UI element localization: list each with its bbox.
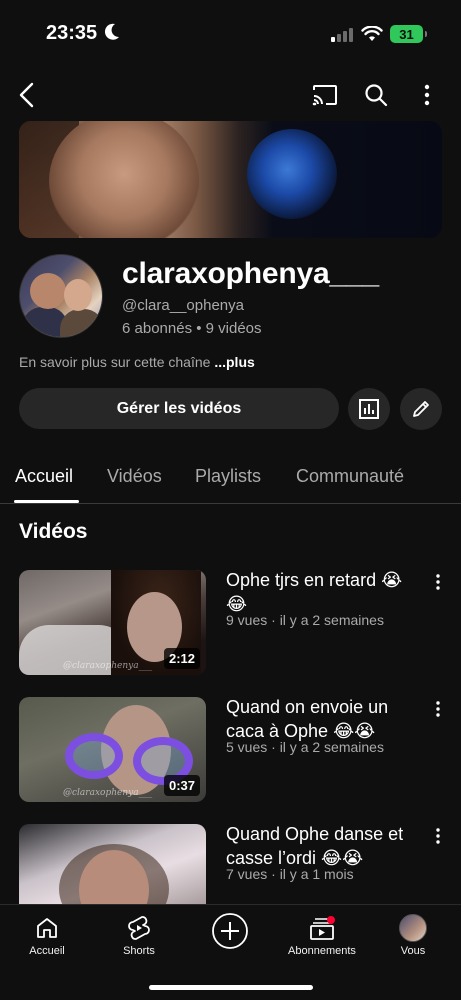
tab-videos[interactable]: Vidéos	[107, 466, 162, 487]
search-button[interactable]	[361, 80, 391, 110]
channel-banner	[19, 121, 442, 238]
banner-art	[247, 129, 337, 219]
tab-communaute[interactable]: Communauté	[296, 466, 404, 487]
channel-avatar[interactable]	[19, 254, 103, 338]
nav-label: Abonnements	[288, 945, 356, 957]
channel-name: claraxophenya___	[122, 257, 379, 290]
home-indicator	[149, 985, 313, 990]
cast-button[interactable]	[310, 80, 340, 110]
more-vertical-icon	[436, 828, 440, 844]
nav-subscriptions[interactable]: Abonnements	[282, 913, 362, 965]
channel-stats: 6 abonnés • 9 vidéos	[122, 320, 262, 337]
thumbnail-watermark: @claraxophenya___	[63, 788, 153, 798]
analytics-button[interactable]	[348, 388, 390, 430]
tab-accueil[interactable]: Accueil	[15, 466, 73, 487]
nav-label: Shorts	[123, 945, 155, 957]
channel-handle: @clara__ophenya	[122, 297, 244, 314]
create-icon	[212, 913, 248, 949]
video-title[interactable]: Ophe tjrs en retard 😭😂	[226, 568, 416, 616]
status-bar: 23:35 31	[0, 0, 461, 62]
search-icon	[365, 84, 388, 107]
video-item[interactable]: @claraxophenya___ 0:37 Quand on envoie u…	[0, 697, 461, 807]
video-duration: 0:37	[163, 775, 200, 796]
nav-label: Vous	[400, 945, 426, 957]
status-time: 23:35	[46, 22, 98, 44]
video-meta: 9 vues · il y a 2 semaines	[226, 612, 384, 628]
video-duration: 2:12	[163, 648, 200, 669]
more-vertical-icon	[424, 84, 430, 106]
back-button[interactable]	[12, 80, 42, 110]
video-title[interactable]: Quand on envoie un caca à Ophe 😂😭	[226, 695, 416, 743]
video-menu-button[interactable]	[428, 699, 448, 719]
channel-tabs: Accueil Vidéos Playlists Communauté	[0, 455, 461, 504]
nav-you[interactable]: Vous	[373, 913, 453, 965]
nav-create[interactable]	[190, 911, 270, 963]
moon-icon	[104, 23, 119, 40]
edit-channel-button[interactable]	[400, 388, 442, 430]
video-title[interactable]: Quand Ophe danse et casse l’ordi 😂😭	[226, 822, 416, 870]
more-options-button[interactable]	[412, 80, 442, 110]
video-thumbnail[interactable]: @claraxophenya___ 0:37	[19, 697, 206, 802]
home-icon	[37, 918, 57, 938]
banner-art	[49, 121, 199, 238]
video-menu-button[interactable]	[428, 826, 448, 846]
battery-level: 31	[399, 26, 414, 42]
more-vertical-icon	[436, 574, 440, 590]
channel-about-more[interactable]: ...plus	[214, 354, 254, 370]
analytics-icon	[359, 399, 379, 419]
manage-videos-button[interactable]: Gérer les vidéos	[19, 388, 339, 429]
avatar	[399, 914, 427, 942]
shorts-icon	[128, 916, 150, 940]
subscriptions-icon	[310, 916, 335, 940]
wifi-icon	[361, 26, 383, 41]
nav-home[interactable]: Accueil	[7, 913, 87, 965]
battery-indicator: 31	[390, 25, 427, 43]
section-title: Vidéos	[19, 520, 88, 543]
video-thumbnail[interactable]: @claraxophenya___ 2:12	[19, 570, 206, 675]
signal-icon	[331, 28, 353, 42]
nav-shorts[interactable]: Shorts	[99, 913, 179, 965]
active-tab-indicator	[14, 500, 79, 503]
video-item[interactable]: @claraxophenya___ 2:12 Ophe tjrs en reta…	[0, 570, 461, 680]
more-vertical-icon	[436, 701, 440, 717]
pencil-icon	[413, 401, 429, 417]
top-bar	[0, 72, 461, 118]
video-meta: 7 vues · il y a 1 mois	[226, 866, 354, 882]
cast-icon	[312, 85, 337, 106]
video-menu-button[interactable]	[428, 572, 448, 592]
channel-about-link[interactable]: En savoir plus sur cette chaîne ...plus	[19, 354, 255, 370]
nav-label: Accueil	[29, 945, 65, 957]
chevron-left-icon	[19, 82, 34, 108]
thumbnail-watermark: @claraxophenya___	[63, 661, 153, 671]
channel-about-text: En savoir plus sur cette chaîne	[19, 354, 211, 370]
tab-playlists[interactable]: Playlists	[195, 466, 261, 487]
video-meta: 5 vues · il y a 2 semaines	[226, 739, 384, 755]
